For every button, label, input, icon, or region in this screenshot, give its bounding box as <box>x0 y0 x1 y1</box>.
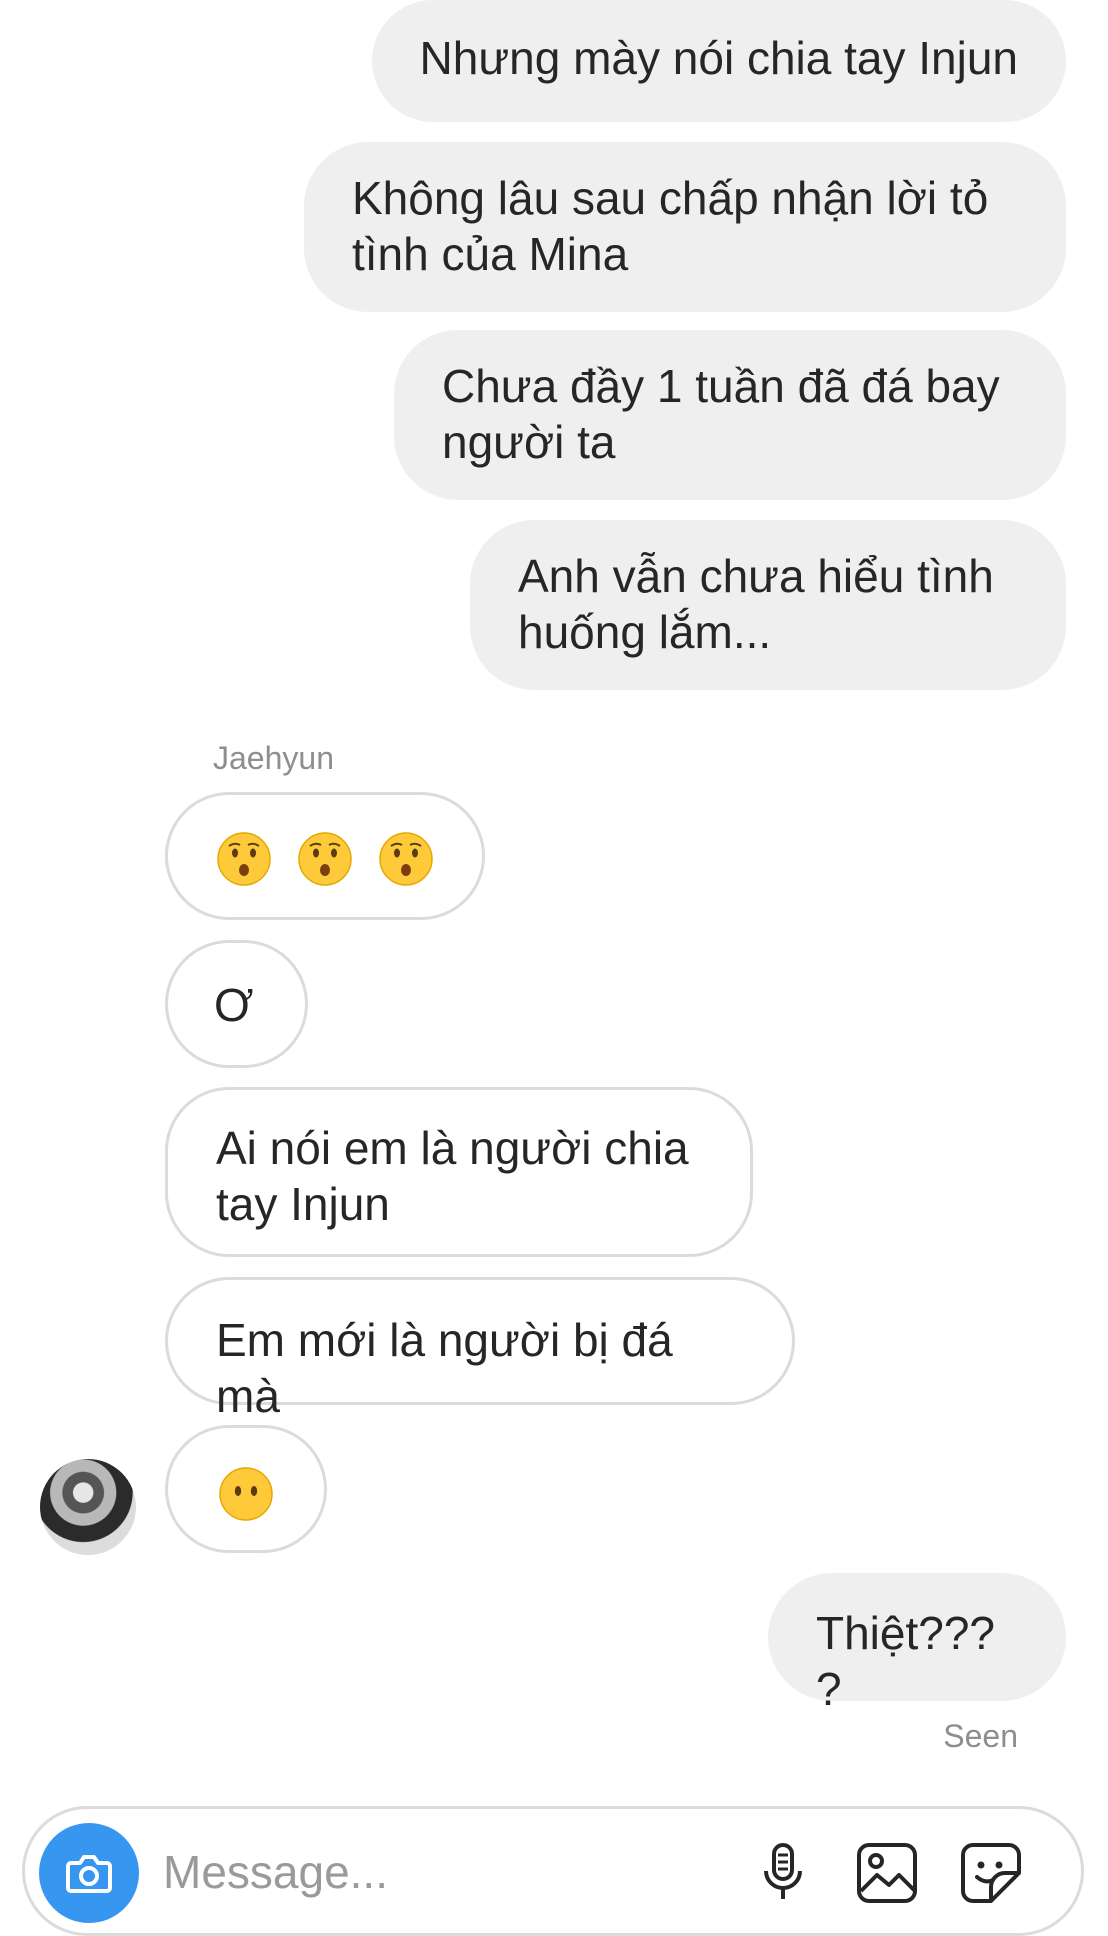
microphone-icon[interactable] <box>747 1837 819 1909</box>
sticker-icon[interactable] <box>955 1837 1027 1909</box>
gallery-icon[interactable] <box>851 1837 923 1909</box>
message-composer <box>22 1806 1084 1936</box>
hushed-face-icon <box>298 832 352 886</box>
camera-icon <box>66 1855 112 1893</box>
message-incoming[interactable]: Ơ <box>165 940 308 1068</box>
camera-button[interactable] <box>39 1823 139 1923</box>
message-incoming[interactable] <box>165 1425 327 1553</box>
message-outgoing[interactable]: Không lâu sau chấp nhận lời tỏ tình của … <box>304 142 1066 312</box>
message-incoming[interactable]: Ai nói em là người chia tay Injun <box>165 1087 753 1257</box>
sender-name: Jaehyun <box>213 740 334 776</box>
message-outgoing[interactable]: Nhưng mày nói chia tay Injun <box>371 0 1066 122</box>
avatar[interactable] <box>40 1459 136 1555</box>
hushed-face-icon <box>378 832 433 886</box>
hushed-face-icon <box>217 832 271 886</box>
face-without-mouth-icon <box>219 1467 273 1521</box>
message-outgoing[interactable]: Chưa đầy 1 tuần đã đá bay người ta <box>394 330 1066 500</box>
message-incoming[interactable]: Em mới là người bị đá mà <box>165 1277 795 1422</box>
message-incoming[interactable] <box>165 792 485 920</box>
message-input[interactable] <box>161 1835 725 1909</box>
message-outgoing[interactable]: Anh vẫn chưa hiểu tình huống lắm... <box>470 520 1066 690</box>
message-outgoing[interactable]: Thiệt???? <box>768 1573 1066 1715</box>
seen-indicator: Seen <box>943 1718 1018 1754</box>
